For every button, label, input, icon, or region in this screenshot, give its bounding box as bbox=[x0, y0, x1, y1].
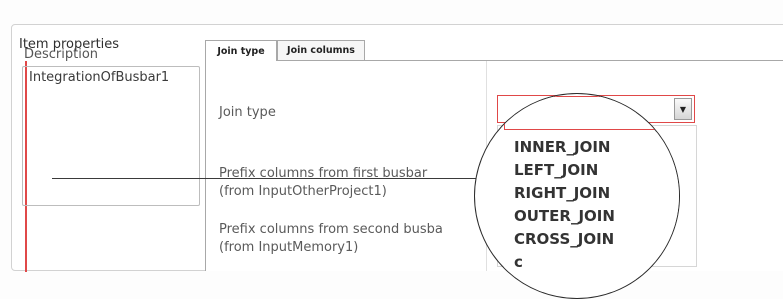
magnifier-pointer-line bbox=[52, 178, 479, 179]
prefix-second-label: Prefix columns from second busba bbox=[219, 222, 443, 237]
option-left-join[interactable]: LEFT_JOIN bbox=[514, 161, 598, 179]
tab-join-type[interactable]: Join type bbox=[205, 40, 277, 61]
magnifier-lens: ▼ INNER_JOIN LEFT_JOIN RIGHT_JOIN OUTER_… bbox=[474, 93, 680, 299]
option-inner-join[interactable]: INNER_JOIN bbox=[514, 138, 610, 156]
option-outer-join[interactable]: OUTER_JOIN bbox=[514, 207, 615, 225]
description-label: Description bbox=[24, 47, 99, 62]
option-cross-join[interactable]: CROSS_JOIN bbox=[514, 230, 614, 248]
prefix-second-source: (from InputMemory1) bbox=[219, 240, 359, 255]
join-type-dropdown: INNER_JOIN LEFT_JOIN RIGHT_JOIN OUTER_JO… bbox=[504, 132, 679, 292]
join-type-select[interactable]: ▼ bbox=[504, 96, 679, 130]
option-partial[interactable]: c bbox=[514, 253, 523, 271]
prefix-first-source: (from InputOtherProject1) bbox=[219, 184, 387, 199]
tab-join-columns[interactable]: Join columns bbox=[277, 40, 365, 60]
prefix-first-label: Prefix columns from first busbar bbox=[219, 166, 428, 181]
option-right-join[interactable]: RIGHT_JOIN bbox=[514, 184, 610, 202]
join-type-label: Join type bbox=[219, 105, 276, 120]
description-field[interactable]: IntegrationOfBusbar1 bbox=[22, 66, 200, 206]
chevron-down-icon[interactable]: ▼ bbox=[671, 100, 679, 126]
